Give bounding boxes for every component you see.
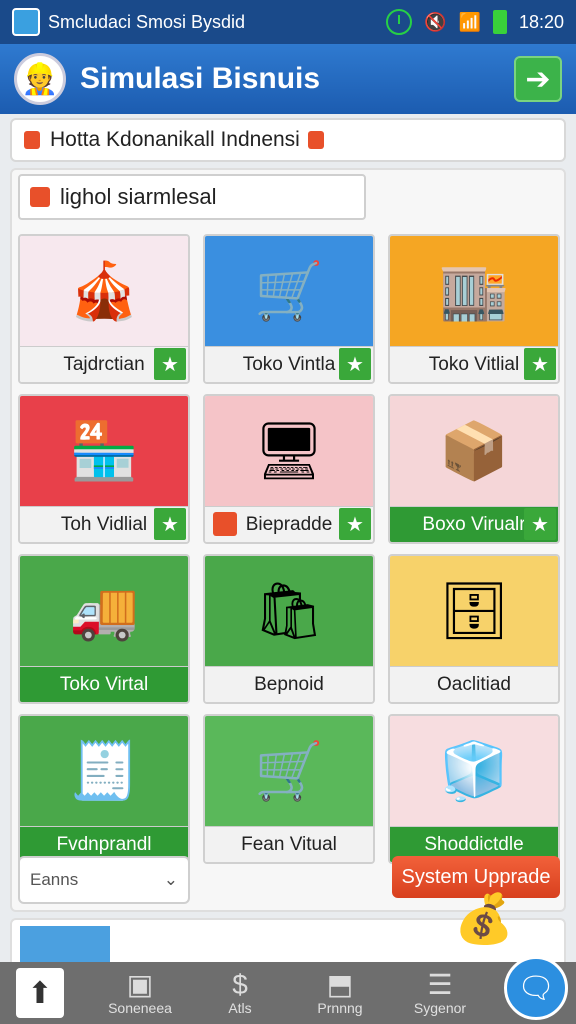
star-icon[interactable]: ★ [524,508,556,540]
status-time: 18:20 [518,11,564,32]
nav-item[interactable]: ☰ Sygenor [390,962,490,1024]
nav-icon: ☰ [427,969,453,1000]
notice-text: Hotta Kdonanikall Indnensi [50,128,300,151]
tile-illustration: 🖥 [205,396,373,506]
mute-icon: 🔇 [424,11,447,32]
tile-illustration: 📦 [390,396,558,506]
tile-illustration: 🛒 [205,716,373,826]
tile-illustration: 🏬 [390,236,558,346]
catalog-panel: lighol siarmlesal 🎪 Tajdrctian ★ 🛒 Toko Vint… [10,168,566,912]
dropdown-value: Eanns [30,870,79,889]
business-tile[interactable]: 🧊 Shoddictdle [388,714,560,864]
business-grid: 🎪 Tajdrctian ★ 🛒 Toko Vintla ★ 🏬 Toko Vitlial ★ 🏪… [18,234,560,864]
flag-icon [213,512,237,536]
tag-icon [24,131,40,149]
star-icon[interactable]: ★ [524,348,556,380]
upload-home-button[interactable]: ⬆ [16,968,64,1018]
tile-illustration: 🏪 [20,396,188,506]
nav-label: Atls [228,1000,252,1016]
battery-icon [492,10,507,34]
nav-label: Sygenor [413,1000,467,1016]
nav-label: Prnnng [317,1000,363,1016]
business-tile[interactable]: 🏪 Toh Vidlial ★ [18,394,190,544]
chat-fab-button[interactable]: 🗨 [504,956,568,1020]
next-button[interactable]: ➔ [514,56,562,102]
business-tile[interactable]: 🛒 Fean Vitual [203,714,375,864]
nav-item[interactable]: $ Atls [190,962,290,1024]
star-icon[interactable]: ★ [154,348,186,380]
tag-icon [307,131,324,149]
nav-icon: ⬒ [326,969,354,1000]
tile-label: Fean Vitual [205,826,373,862]
status-title: Smcludaci Smosi Bysdid [48,11,246,32]
chevron-down-icon: ⌄ [163,870,178,889]
tile-label: Bepnoid [205,666,373,702]
tile-illustration: 🚚 [20,556,188,666]
wifi-icon: 📶 [458,11,481,32]
business-tile[interactable]: 🖥 Biepradde ★ [203,394,375,544]
avatar[interactable]: 👷 [14,53,66,105]
tile-illustration: 🛒 [205,236,373,346]
tile-illustration: 🗄 [390,556,558,666]
star-icon[interactable]: ★ [154,508,186,540]
tile-label: Toko Virtal [20,666,188,702]
clock-icon [386,9,413,35]
tile-illustration: 🛍 [205,556,373,666]
nav-icon: $ [232,969,248,1000]
notice-banner: Hotta Kdonanikall Indnensi [10,118,566,162]
search-value: lighol siarmlesal [60,184,217,209]
search-field[interactable]: lighol siarmlesal [18,174,366,220]
business-tile[interactable]: 🚚 Toko Virtal [18,554,190,704]
tile-illustration: 🎪 [20,236,188,346]
nav-item[interactable]: ▣ Soneneea [90,962,190,1024]
tile-label: Oaclitiad [390,666,558,702]
filter-dropdown[interactable]: Eanns ⌄ [18,856,190,904]
nav-icon: ▣ [126,969,154,1000]
status-bar: Smcludaci Smosi Bysdid 🔇 📶 18:20 [0,0,576,44]
business-tile[interactable]: 🗄 Oaclitiad [388,554,560,704]
star-icon[interactable]: ★ [339,508,371,540]
business-tile[interactable]: 🎪 Tajdrctian ★ [18,234,190,384]
flag-icon [30,187,50,207]
business-tile[interactable]: 🛒 Toko Vintla ★ [203,234,375,384]
app-icon [12,8,40,36]
business-tile[interactable]: 📦 Boxo Virualr ★ [388,394,560,544]
coin-box-icon: 💰 [454,893,514,946]
business-tile[interactable]: 🛍 Bepnoid [203,554,375,704]
tile-illustration: 🧾 [20,716,188,826]
bottom-nav: ⬆ ▣ Soneneea $ Atls ⬒ Prnnng ☰ Sygenor [0,962,576,1024]
app-bar: 👷 Simulasi Bisnuis ➔ [0,44,576,114]
business-tile[interactable]: 🧾 Fvdnprandl [18,714,190,864]
page-title: Simulasi Bisnuis [80,62,321,95]
tile-illustration: 🧊 [390,716,558,826]
nav-label: Soneneea [108,1000,172,1016]
nav-item[interactable]: ⬒ Prnnng [290,962,390,1024]
business-tile[interactable]: 🏬 Toko Vitlial ★ [388,234,560,384]
star-icon[interactable]: ★ [339,348,371,380]
